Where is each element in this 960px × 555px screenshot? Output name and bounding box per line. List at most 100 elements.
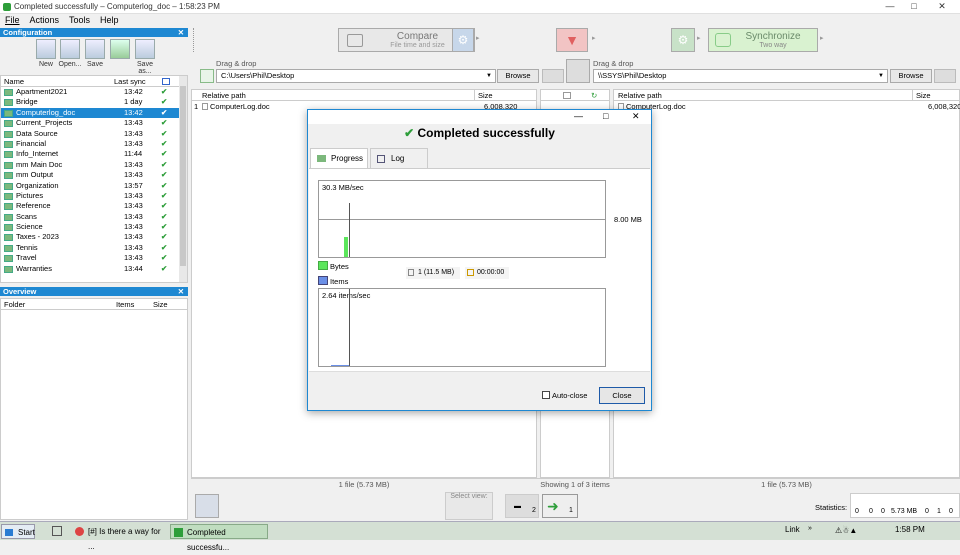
menu-bar: File Actions Tools Help: [0, 14, 960, 26]
view-equal-button[interactable]: ▬ 2: [505, 494, 539, 518]
right-grid-header: Relative path Size: [614, 90, 959, 101]
config-item-icon: [4, 213, 13, 221]
compare-category-icon[interactable]: [563, 92, 571, 99]
save-config-button[interactable]: Save: [83, 39, 107, 68]
sync-settings-button[interactable]: ⚙: [671, 28, 695, 52]
left-col-relative-path[interactable]: Relative path: [202, 90, 246, 101]
close-panel-icon[interactable]: ✕: [178, 28, 184, 37]
configuration-scrollbar[interactable]: [179, 76, 187, 282]
config-item[interactable]: Scans 13:43 ✔: [1, 212, 187, 222]
filter-dropdown-icon[interactable]: ▸: [592, 34, 596, 42]
sync-ok-check-icon: ✔: [161, 97, 168, 107]
right-browse-button[interactable]: Browse: [890, 69, 932, 83]
menu-tools[interactable]: Tools: [64, 14, 95, 26]
close-icon[interactable]: ✕: [932, 1, 952, 13]
right-path-input[interactable]: \\SSYS\Phil\Desktop ▼: [593, 69, 888, 83]
left-path-dropdown-icon[interactable]: ▼: [486, 70, 492, 82]
config-item[interactable]: Data Source 13:43 ✔: [1, 129, 187, 139]
open-config-button[interactable]: Open...: [58, 39, 82, 68]
col-name-header[interactable]: Name: [4, 76, 24, 87]
synchronize-button[interactable]: Synchronize Two way: [708, 28, 818, 52]
compare-dropdown-icon[interactable]: ▸: [476, 34, 480, 42]
sync-action-icon[interactable]: ↻: [591, 90, 597, 101]
sync-config-dropdown-icon[interactable]: ▸: [697, 34, 701, 42]
toggle-panel-button[interactable]: [195, 494, 219, 518]
desktop-icon[interactable]: [52, 526, 62, 536]
config-item[interactable]: Organization 13:57 ✔: [1, 181, 187, 191]
tab-progress[interactable]: Progress: [310, 148, 368, 168]
dialog-minimize-icon[interactable]: —: [574, 111, 583, 121]
task-freefilesync[interactable]: Completed successfu...: [170, 524, 268, 552]
compare-settings-button[interactable]: ⚙: [452, 28, 474, 52]
config-item[interactable]: Pictures 13:43 ✔: [1, 191, 187, 201]
col-folder-header[interactable]: Folder: [4, 299, 25, 310]
config-item[interactable]: Current_Projects 13:43 ✔: [1, 118, 187, 128]
right-path-dropdown-icon[interactable]: ▼: [878, 70, 884, 82]
middle-grid-header: ↻: [541, 90, 609, 101]
left-col-size[interactable]: Size: [474, 90, 493, 101]
close-button[interactable]: Close: [599, 387, 645, 404]
dialog-close-icon[interactable]: ✕: [632, 111, 640, 122]
config-item[interactable]: mm Main Doc 13:43 ✔: [1, 160, 187, 170]
config-item[interactable]: Travel 13:43 ✔: [1, 253, 187, 263]
batch-button[interactable]: [108, 39, 132, 61]
col-size-header[interactable]: Size: [153, 299, 168, 310]
config-item-icon: [4, 182, 13, 190]
dialog-maximize-icon[interactable]: □: [603, 111, 608, 121]
sync-ok-check-icon: ✔: [161, 87, 168, 96]
columns-icon[interactable]: [162, 78, 170, 85]
right-col-relative-path[interactable]: Relative path: [618, 90, 662, 101]
config-item[interactable]: Warranties 13:44 ✔: [1, 264, 187, 274]
config-item[interactable]: Science 13:43 ✔: [1, 222, 187, 232]
link-toolbar-label[interactable]: Link: [785, 525, 800, 534]
config-item[interactable]: Financial 13:43 ✔: [1, 139, 187, 149]
file-icon: [202, 103, 208, 110]
menu-file[interactable]: File: [0, 14, 25, 26]
config-item-last-sync: 13:43: [124, 232, 143, 242]
config-item[interactable]: Reference 13:43 ✔: [1, 201, 187, 211]
tab-log[interactable]: Log: [370, 148, 428, 168]
right-cloud-icon[interactable]: [934, 69, 956, 83]
left-path-input[interactable]: C:\Users\Phil\Desktop ▼: [216, 69, 496, 83]
start-button[interactable]: Start: [1, 524, 35, 539]
synchronize-icon: [715, 33, 731, 47]
left-browse-button[interactable]: Browse: [497, 69, 539, 83]
config-item[interactable]: Tennis 13:43 ✔: [1, 243, 187, 253]
statistics-label: Statistics:: [815, 503, 848, 512]
left-folder-icon[interactable]: [200, 69, 214, 83]
sync-ok-check-icon: ✔: [161, 180, 168, 190]
config-item[interactable]: Computerlog_doc 13:42 ✔: [1, 107, 187, 119]
configuration-title: Configuration: [3, 28, 53, 37]
left-path-text: C:\Users\Phil\Desktop: [221, 71, 295, 80]
auto-close-label[interactable]: Auto-close: [552, 391, 587, 400]
view-sync-button[interactable]: ➜ 1: [542, 494, 578, 518]
config-item[interactable]: Taxes - 2023 13:43 ✔: [1, 232, 187, 242]
col-last-sync-header[interactable]: Last sync: [114, 76, 146, 87]
right-col-size[interactable]: Size: [912, 90, 931, 101]
sync-dropdown-icon[interactable]: ▸: [820, 34, 824, 42]
maximize-icon[interactable]: □: [904, 1, 924, 13]
save-as-button[interactable]: Save as...: [130, 39, 160, 75]
config-item[interactable]: Apartment2021 13:42 ✔: [1, 87, 187, 97]
swap-sides-button[interactable]: [566, 59, 590, 83]
auto-close-checkbox[interactable]: [542, 391, 550, 399]
minimize-icon[interactable]: —: [880, 1, 900, 13]
task-browser[interactable]: [#] Is there a way for ...: [72, 524, 164, 551]
config-item[interactable]: Bridge 1 day ✔: [1, 97, 187, 107]
link-dropdown-icon[interactable]: »: [808, 525, 812, 532]
close-overview-icon[interactable]: ✕: [178, 287, 184, 296]
config-item[interactable]: Info_Internet 11:44 ✔: [1, 149, 187, 159]
configuration-list-header: Name Last sync: [1, 76, 187, 87]
left-cloud-icon[interactable]: [542, 69, 564, 83]
menu-help[interactable]: Help: [95, 14, 124, 26]
right-grid-row[interactable]: ComputerLog.doc 6,008,320: [614, 101, 960, 112]
tray-icons[interactable]: ⚠☃▲: [835, 526, 857, 535]
new-config-button[interactable]: New: [34, 39, 58, 68]
config-item[interactable]: mm Output 13:43 ✔: [1, 170, 187, 180]
scroll-thumb[interactable]: [180, 86, 186, 266]
config-item-name: Info_Internet: [16, 149, 59, 159]
col-items-header[interactable]: Items: [116, 299, 134, 310]
left-status: 1 file (5.73 MB): [191, 478, 537, 489]
menu-actions[interactable]: Actions: [25, 14, 65, 26]
filter-button[interactable]: ▼: [556, 28, 588, 52]
